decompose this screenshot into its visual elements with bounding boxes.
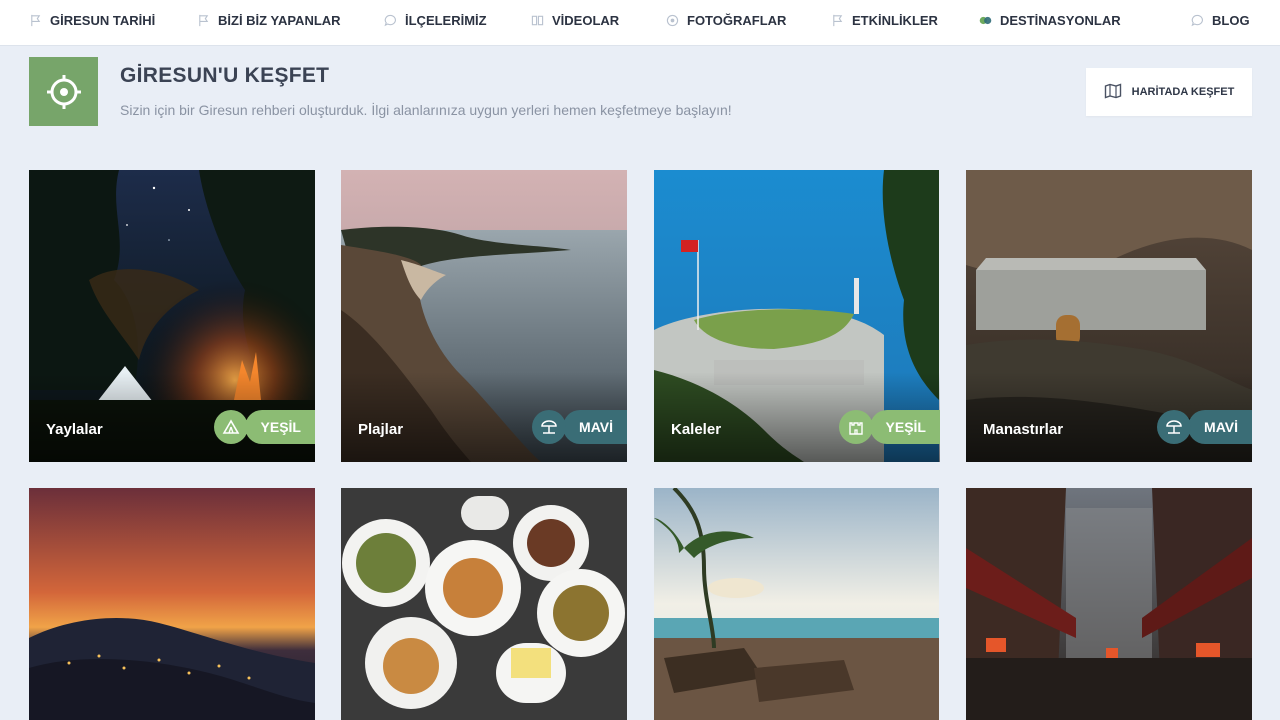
category-card-plajlar[interactable]: Plajlar MAVİ [341, 170, 627, 462]
nav-item-destinasyonlar[interactable]: DESTİNASYONLAR [978, 0, 1121, 40]
nav-item-label: BİZİ BİZ YAPANLAR [218, 12, 341, 28]
breakfast-table-image [341, 488, 627, 720]
nav-item-bizi-biz-yapanlar[interactable]: BİZİ BİZ YAPANLAR [196, 0, 341, 40]
nav-item-label: FOTOĞRAFLAR [687, 12, 787, 28]
nav-item-label: DESTİNASYONLAR [1000, 12, 1121, 28]
nav-item-label: İLÇELERİMİZ [405, 12, 487, 28]
beach-umbrella-icon [532, 410, 567, 444]
flag-icon [196, 13, 210, 27]
category-card-manastirlar[interactable]: Manastırlar MAVİ [966, 170, 1252, 462]
top-navigation: GİRESUN TARİHİ BİZİ BİZ YAPANLAR İLÇELER… [0, 0, 1280, 46]
explore-on-map-button[interactable]: HARİTADA KEŞFET [1086, 68, 1252, 116]
green-category-badge: YEŞİL [838, 410, 940, 444]
nav-item-blog[interactable]: BLOG [1190, 0, 1250, 40]
category-card-food[interactable] [341, 488, 627, 720]
location-target-icon [29, 57, 98, 126]
camera-icon [665, 13, 679, 27]
nav-item-label: GİRESUN TARİHİ [50, 12, 156, 28]
nav-item-ilcelerimiz[interactable]: İLÇELERİMİZ [383, 0, 487, 40]
blue-category-badge: MAVİ [1157, 410, 1252, 444]
blue-category-badge: MAVİ [532, 410, 627, 444]
nav-item-fotograflar[interactable]: FOTOĞRAFLAR [665, 0, 786, 40]
category-card-kaleler[interactable]: Kaleler YEŞİL [654, 170, 940, 462]
chat-icon [1190, 13, 1204, 27]
category-card-city-sunset[interactable] [29, 488, 315, 720]
card-title: Manastırlar [983, 421, 1064, 438]
badge-label: MAVİ [1188, 410, 1252, 444]
nav-item-label: ETKİNLİKLER [852, 12, 938, 28]
chat-icon [383, 13, 397, 27]
card-title: Yaylalar [46, 421, 103, 438]
badge-label: YEŞİL [244, 410, 315, 444]
badge-label: MAVİ [563, 410, 627, 444]
circles-icon [978, 13, 992, 27]
book-icon [530, 13, 544, 27]
category-card-street[interactable] [966, 488, 1252, 720]
old-town-street-image [966, 488, 1252, 720]
card-title: Kaleler [671, 421, 722, 438]
map-icon [1104, 83, 1122, 102]
page-title: GİRESUN'U KEŞFET [120, 64, 330, 87]
page-subtitle: Sizin için bir Giresun rehberi oluşturdu… [120, 102, 732, 118]
nav-item-label: VİDEOLAR [552, 12, 620, 28]
flag-icon [830, 13, 844, 27]
beach-umbrella-icon [1157, 410, 1192, 444]
tent-icon [213, 410, 248, 444]
green-category-badge: YEŞİL [213, 410, 315, 444]
category-card-resort[interactable] [654, 488, 940, 720]
nav-item-giresun-tarihi[interactable]: GİRESUN TARİHİ [28, 0, 155, 40]
card-title: Plajlar [358, 421, 404, 438]
nav-item-etkinlikler[interactable]: ETKİNLİKLER [830, 0, 938, 40]
explore-on-map-label: HARİTADA KEŞFET [1131, 86, 1235, 98]
poolside-resort-image [654, 488, 939, 720]
castle-icon [838, 410, 873, 444]
city-sunset-image [29, 488, 315, 720]
badge-label: YEŞİL [869, 410, 940, 444]
flag-icon [28, 13, 42, 27]
category-card-yaylalar[interactable]: Yaylalar YEŞİL [29, 170, 315, 462]
nav-item-videolar[interactable]: VİDEOLAR [530, 0, 619, 40]
nav-item-label: BLOG [1212, 12, 1250, 28]
